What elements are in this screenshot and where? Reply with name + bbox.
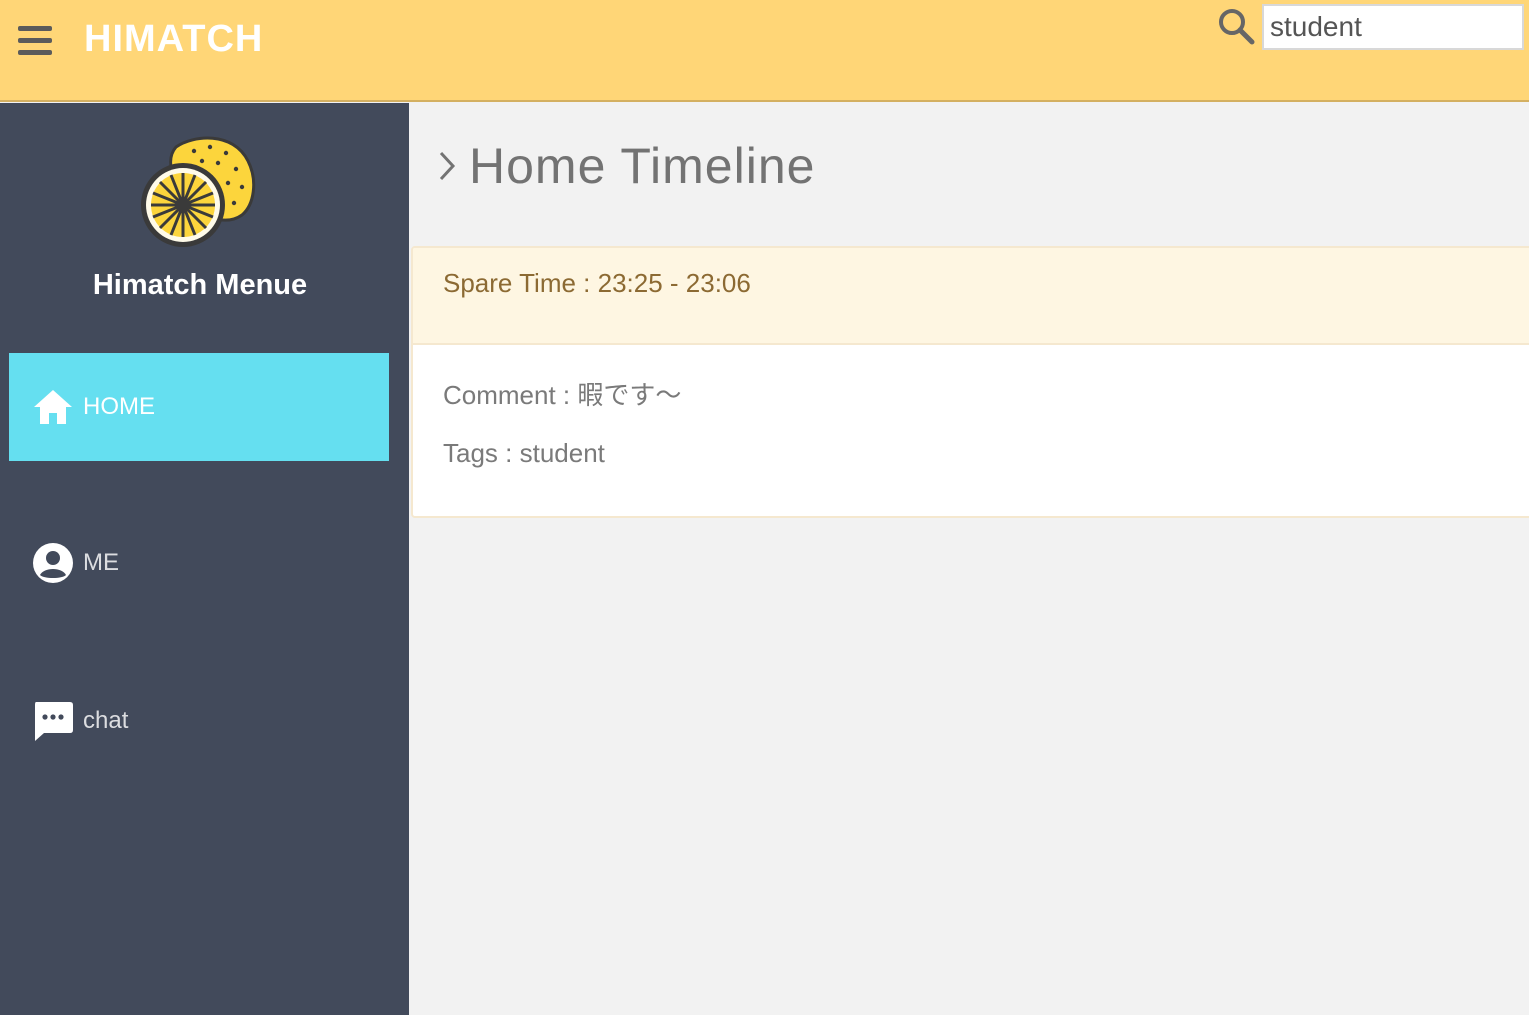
search-input[interactable]	[1262, 4, 1524, 50]
post-body: Comment : 暇です〜 Tags : student	[413, 345, 1529, 516]
sidebar-item-label: HOME	[83, 393, 155, 420]
search-icon[interactable]	[1216, 6, 1256, 46]
sidebar-item-me[interactable]: ME	[9, 509, 389, 617]
sidebar-title: Himatch Menue	[92, 269, 308, 301]
page-title: Home Timeline	[469, 138, 816, 194]
home-icon	[31, 385, 75, 429]
sidebar-item-chat[interactable]: chat	[9, 667, 389, 775]
chat-bubble-icon	[31, 699, 75, 743]
sidebar-item-label: chat	[83, 707, 129, 734]
timeline-post-card[interactable]: Spare Time : 23:25 - 23:06 Comment : 暇です…	[411, 246, 1529, 518]
main-content: Home Timeline Spare Time : 23:25 - 23:06…	[409, 103, 1529, 1015]
lemon-logo	[141, 136, 256, 247]
page-header: Home Timeline	[437, 137, 815, 195]
spare-time-text: Spare Time : 23:25 - 23:06	[443, 268, 751, 298]
comment-text: Comment : 暇です〜	[443, 380, 682, 410]
account-circle-icon	[31, 541, 75, 585]
hamburger-menu-icon[interactable]	[18, 26, 54, 58]
sidebar-item-label: ME	[83, 549, 119, 576]
sidebar-item-home[interactable]: HOME	[9, 353, 389, 461]
brand-title[interactable]: HIMATCH	[84, 18, 263, 61]
chevron-right-icon	[439, 151, 456, 181]
post-header: Spare Time : 23:25 - 23:06	[413, 248, 1529, 345]
top-app-bar: HIMATCH	[0, 0, 1529, 102]
sidebar: Himatch Menue HOME ME chat	[0, 103, 409, 1015]
tags-text: Tags : student	[443, 438, 605, 468]
